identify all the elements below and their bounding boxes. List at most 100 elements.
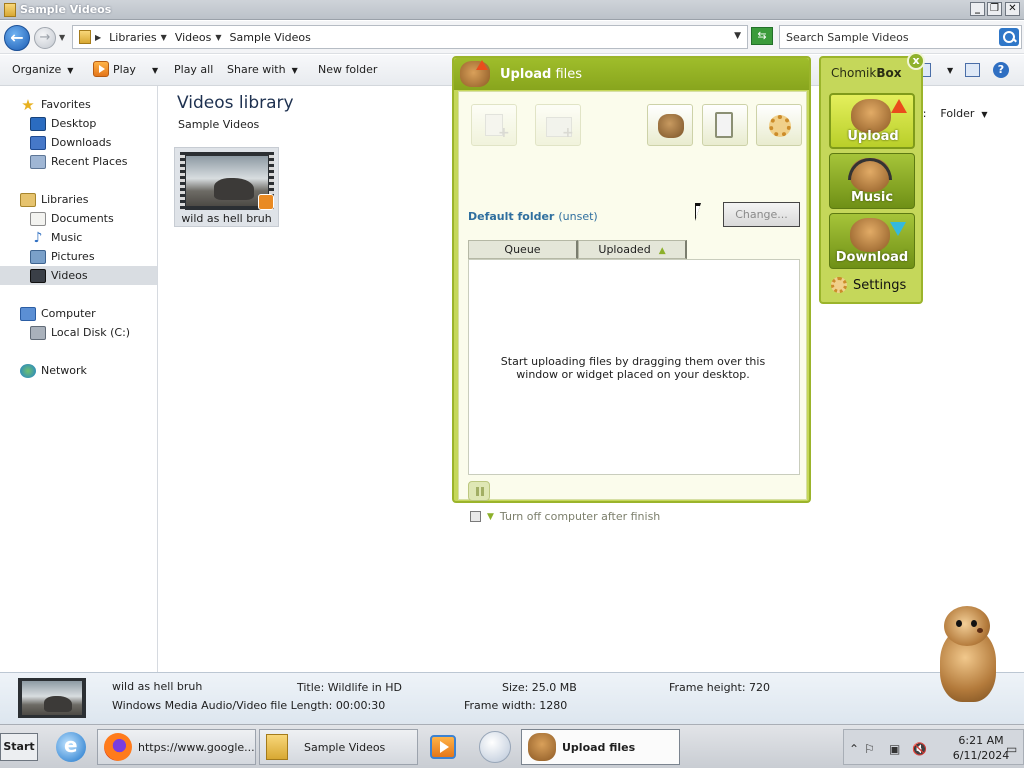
pause-button[interactable] — [468, 481, 490, 501]
sidebar-item-recent-places[interactable]: Recent Places — [30, 152, 187, 171]
show-desktop-icon[interactable]: ▭ — [1006, 742, 1017, 756]
sidebar-item-computer[interactable]: Computer — [20, 304, 177, 323]
widget-upload-button[interactable]: Upload — [829, 93, 915, 149]
change-folder-button[interactable]: Change... — [723, 202, 800, 227]
taskbar-upload-files[interactable]: Upload files — [521, 729, 680, 765]
upload-window-titlebar[interactable]: Upload files — [454, 58, 809, 90]
play-button[interactable]: Play ▼ — [93, 61, 158, 77]
window-titlebar: Sample Videos _ ❐ ✕ — [0, 0, 1024, 20]
share-with-button[interactable]: Share with ▼ — [227, 63, 298, 76]
firefox-icon — [104, 733, 132, 761]
chomik-account-button[interactable] — [647, 104, 693, 146]
sidebar-item-label: Local Disk (C:) — [51, 326, 131, 339]
chevron-down-icon: ▼ — [291, 66, 298, 75]
sidebar-item-label: Music — [51, 231, 83, 244]
navigation-pane: ★ Favorites Desktop Downloads Recent Plac… — [0, 86, 158, 672]
breadcrumb-libraries[interactable]: Libraries ▼ — [109, 31, 167, 44]
play-all-button[interactable]: Play all — [174, 63, 213, 76]
preview-pane-icon[interactable] — [965, 63, 980, 77]
sidebar-item-local-disk[interactable]: Local Disk (C:) — [30, 323, 187, 342]
chevron-down-icon: ▼ — [215, 32, 222, 42]
sidebar-item-videos[interactable]: Videos — [0, 266, 157, 285]
network-tray-icon[interactable]: ▣ — [889, 742, 900, 756]
widget-music-label: Music — [850, 190, 894, 205]
desktop-icon — [30, 116, 46, 131]
upload-window-title: Upload files — [500, 67, 582, 82]
media-player-icon[interactable] — [430, 735, 456, 759]
hamster-mascot-widget[interactable] — [930, 606, 1004, 702]
sidebar-item-label: Documents — [51, 212, 114, 225]
maximize-button[interactable]: ❐ — [987, 2, 1002, 16]
flag-icon[interactable]: ⚐ — [864, 742, 875, 756]
share-with-label: Share with — [227, 63, 286, 76]
sidebar-item-label: Recent Places — [51, 155, 128, 168]
widget-close-button[interactable]: x — [907, 52, 925, 70]
breadcrumb-label: Sample Videos — [229, 30, 311, 44]
file-name: wild as hell bruh — [181, 212, 272, 225]
view-options-dropdown[interactable]: ▼ — [941, 63, 953, 76]
add-files-button[interactable]: + — [471, 104, 517, 146]
sidebar-item-music[interactable]: ♪ Music — [30, 228, 187, 247]
chomikbox-icon — [528, 733, 556, 761]
address-field[interactable]: ▶ Libraries ▼ Videos ▼ Sample Videos ▼ — [72, 25, 748, 49]
paste-clipboard-button[interactable] — [702, 104, 748, 146]
sidebar-item-downloads[interactable]: Downloads — [30, 133, 187, 152]
taskbar-firefox[interactable]: https://www.google.... — [97, 729, 256, 765]
sidebar-item-libraries[interactable]: Libraries — [20, 190, 177, 209]
tab-queue[interactable]: Queue — [468, 240, 578, 259]
breadcrumb-root[interactable]: ▶ — [95, 33, 101, 42]
chomikbox-widget: ChomikBox x Upload Music Download Settin… — [819, 52, 925, 304]
refresh-button[interactable]: ⇆ — [751, 27, 773, 45]
video-thumbnail — [180, 152, 274, 210]
default-folder-value[interactable]: (unset) — [558, 210, 597, 223]
back-button[interactable]: ← — [4, 25, 30, 51]
thumbnail-rock — [44, 696, 72, 712]
shutdown-checkbox[interactable] — [470, 511, 481, 522]
recent-pages-dropdown[interactable]: ▼ — [59, 33, 65, 42]
help-icon[interactable]: ? — [993, 62, 1009, 78]
forward-button[interactable]: → — [34, 27, 56, 49]
breadcrumb-videos[interactable]: Videos ▼ — [175, 31, 222, 44]
chevron-down-icon: ▼ — [160, 32, 167, 42]
show-hidden-icons-icon[interactable]: ⌃ — [849, 742, 859, 756]
media-player-badge-icon — [258, 194, 274, 210]
address-dropdown[interactable]: ▼ — [734, 31, 741, 41]
upload-list[interactable]: Start uploading files by dragging them o… — [468, 259, 800, 475]
sidebar-item-label: Network — [41, 364, 87, 377]
tab-uploaded[interactable]: Uploaded ▲ — [578, 240, 687, 259]
sidebar-item-pictures[interactable]: Pictures — [30, 247, 187, 266]
sidebar-item-favorites[interactable]: ★ Favorites — [20, 95, 177, 114]
libraries-icon — [20, 192, 36, 207]
add-folder-button[interactable]: + — [535, 104, 581, 146]
gear-icon — [831, 277, 847, 293]
widget-upload-label: Upload — [847, 129, 899, 144]
network-icon — [20, 363, 36, 378]
mascot-nose — [977, 628, 983, 633]
start-button[interactable]: Start — [0, 733, 38, 761]
sidebar-item-network[interactable]: Network — [20, 361, 177, 380]
sidebar-item-label: Favorites — [41, 98, 91, 111]
film-icon — [30, 268, 46, 283]
video-file-item[interactable]: wild as hell bruh — [174, 147, 279, 227]
taskbar-explorer[interactable]: Sample Videos — [259, 729, 418, 765]
sidebar-item-documents[interactable]: Documents — [30, 209, 187, 228]
chevron-down-icon: ▼ — [151, 66, 159, 75]
arrange-by[interactable]: y: Folder ▼ — [917, 107, 988, 120]
close-button[interactable]: ✕ — [1005, 2, 1020, 16]
search-icon[interactable] — [999, 28, 1019, 46]
library-title: Videos library — [177, 93, 294, 113]
widget-settings-button[interactable]: Settings — [831, 277, 906, 293]
widget-download-button[interactable]: Download — [829, 213, 915, 269]
details-title[interactable]: Title: Wildlife in HD — [297, 681, 402, 694]
orb-icon[interactable] — [479, 731, 511, 763]
sidebar-item-desktop[interactable]: Desktop — [30, 114, 187, 133]
widget-music-button[interactable]: Music — [829, 153, 915, 209]
volume-muted-icon[interactable]: 🔇 — [912, 742, 927, 756]
internet-explorer-icon[interactable] — [56, 732, 86, 762]
breadcrumb-sample-videos[interactable]: Sample Videos — [230, 31, 311, 44]
search-input[interactable]: Search Sample Videos — [779, 25, 1022, 49]
new-folder-button[interactable]: New folder — [318, 63, 377, 76]
organize-button[interactable]: Organize ▼ — [12, 63, 73, 76]
upload-settings-button[interactable] — [756, 104, 802, 146]
minimize-button[interactable]: _ — [970, 2, 985, 16]
